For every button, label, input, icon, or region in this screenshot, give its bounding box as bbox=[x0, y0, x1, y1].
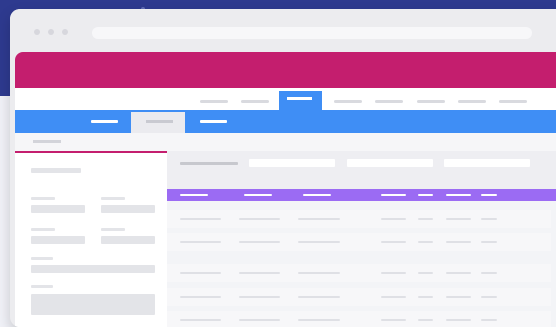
sidebar-field-label bbox=[101, 197, 125, 200]
table-cell bbox=[298, 218, 340, 220]
filter-sidebar bbox=[15, 151, 167, 327]
sidebar-field-input[interactable] bbox=[31, 236, 85, 244]
top-nav-item-active[interactable] bbox=[279, 91, 322, 110]
sidebar-field-input[interactable] bbox=[31, 265, 155, 273]
sidebar-field-label bbox=[31, 257, 53, 260]
column-header[interactable] bbox=[381, 194, 406, 196]
window-close-dot[interactable] bbox=[34, 29, 40, 35]
table-cell bbox=[180, 272, 221, 274]
sidebar-text-area[interactable] bbox=[31, 294, 155, 315]
table-cell bbox=[446, 272, 471, 274]
sidebar-field-label bbox=[31, 197, 55, 200]
sidebar-field-input[interactable] bbox=[101, 236, 155, 244]
address-bar[interactable] bbox=[92, 27, 532, 39]
sidebar-field-label bbox=[31, 228, 55, 231]
table-cell bbox=[446, 319, 471, 321]
top-nav-item[interactable] bbox=[241, 100, 269, 103]
sidebar-field-label bbox=[31, 285, 53, 288]
window-minimize-dot[interactable] bbox=[48, 29, 54, 35]
search-filter-input[interactable] bbox=[249, 159, 335, 167]
table-cell bbox=[418, 218, 433, 220]
column-header[interactable] bbox=[481, 194, 497, 196]
table-cell bbox=[381, 296, 406, 298]
sub-navigation bbox=[15, 110, 556, 133]
table-cell bbox=[239, 272, 280, 274]
table-cell bbox=[418, 241, 433, 243]
table-cell bbox=[481, 218, 497, 220]
column-header[interactable] bbox=[180, 194, 208, 196]
search-filter-input[interactable] bbox=[444, 159, 530, 167]
table-cell bbox=[446, 218, 471, 220]
search-filter-input[interactable] bbox=[347, 159, 433, 167]
top-nav-item[interactable] bbox=[375, 100, 403, 103]
table-cell bbox=[180, 319, 221, 321]
table-header bbox=[167, 189, 556, 201]
table-cell bbox=[298, 319, 340, 321]
table-cell bbox=[298, 272, 340, 274]
page-viewport bbox=[15, 52, 556, 327]
column-header[interactable] bbox=[244, 194, 272, 196]
results-panel bbox=[167, 151, 556, 327]
table-cell bbox=[239, 319, 280, 321]
table-row[interactable] bbox=[167, 233, 551, 251]
table-cell bbox=[481, 272, 497, 274]
column-header[interactable] bbox=[418, 194, 433, 196]
table-cell bbox=[418, 296, 433, 298]
table-cell bbox=[381, 241, 406, 243]
table-cell bbox=[481, 319, 497, 321]
table-cell bbox=[481, 296, 497, 298]
table-row[interactable] bbox=[167, 288, 551, 306]
table-row[interactable] bbox=[167, 210, 551, 228]
column-header[interactable] bbox=[303, 194, 331, 196]
column-header[interactable] bbox=[446, 194, 471, 196]
table-cell bbox=[180, 241, 221, 243]
sub-nav-tab[interactable] bbox=[200, 120, 227, 123]
browser-window bbox=[10, 9, 556, 327]
table-cell bbox=[180, 218, 221, 220]
table-cell bbox=[446, 296, 471, 298]
sidebar-field-input[interactable] bbox=[101, 205, 155, 213]
table-cell bbox=[446, 241, 471, 243]
top-navigation bbox=[15, 88, 556, 110]
top-nav-item[interactable] bbox=[417, 100, 445, 103]
table-row[interactable] bbox=[167, 264, 551, 282]
table-cell bbox=[381, 319, 406, 321]
sub-nav-tab[interactable] bbox=[91, 120, 118, 123]
table-cell bbox=[298, 241, 340, 243]
sidebar-field-input[interactable] bbox=[31, 205, 85, 213]
table-cell bbox=[381, 218, 406, 220]
brand-header bbox=[15, 52, 556, 88]
breadcrumb[interactable] bbox=[33, 140, 61, 143]
sub-nav-tab-active-label bbox=[146, 120, 173, 123]
sidebar-field-label bbox=[101, 228, 125, 231]
table-cell bbox=[239, 296, 280, 298]
top-nav-item-active-label bbox=[287, 97, 312, 100]
search-filter-row bbox=[167, 151, 556, 189]
window-maximize-dot[interactable] bbox=[62, 29, 68, 35]
top-nav-item[interactable] bbox=[458, 100, 486, 103]
top-nav-item[interactable] bbox=[334, 100, 362, 103]
table-cell bbox=[239, 241, 280, 243]
table-cell bbox=[180, 296, 221, 298]
sub-nav-tab-active[interactable] bbox=[131, 112, 185, 133]
top-nav-item[interactable] bbox=[200, 100, 228, 103]
table-cell bbox=[418, 272, 433, 274]
search-filter-label bbox=[180, 162, 238, 165]
top-nav-item[interactable] bbox=[499, 100, 527, 103]
table-row[interactable] bbox=[167, 311, 551, 327]
sidebar-heading bbox=[31, 168, 81, 173]
breadcrumb-strip bbox=[15, 133, 556, 151]
table-cell bbox=[298, 296, 340, 298]
table-cell bbox=[381, 272, 406, 274]
table-cell bbox=[239, 218, 280, 220]
table-cell bbox=[418, 319, 433, 321]
browser-toolbar bbox=[10, 9, 556, 53]
table-cell bbox=[481, 241, 497, 243]
